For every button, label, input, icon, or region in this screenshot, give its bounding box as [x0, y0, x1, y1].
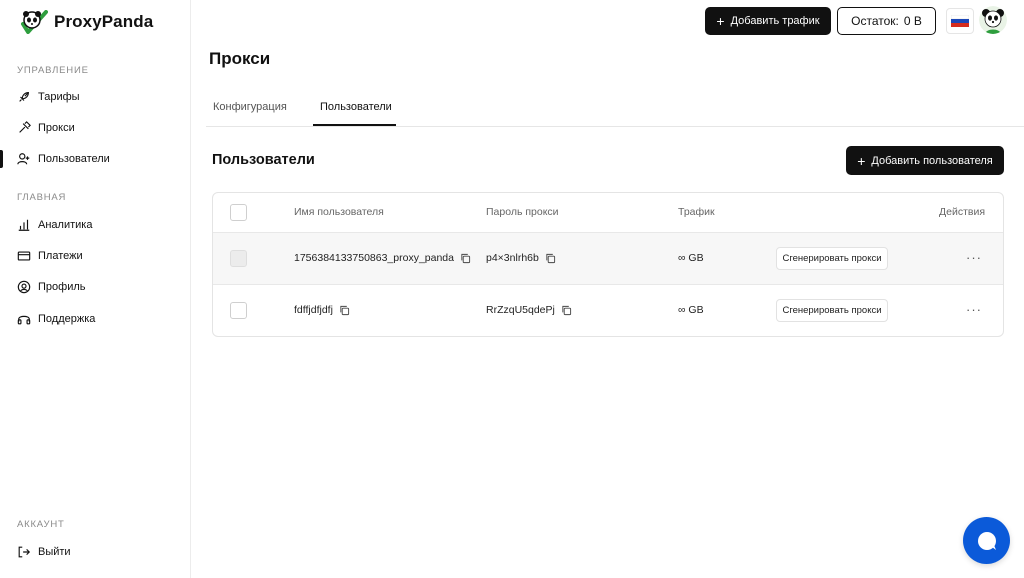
sidebar-item-support[interactable]: Поддержка: [17, 310, 177, 328]
generate-proxy-button[interactable]: Сгенерировать прокси: [776, 299, 888, 322]
sidebar-item-payments[interactable]: Платежи: [17, 247, 177, 265]
traffic-value: ∞ GB: [678, 304, 704, 316]
sidebar-item-label: Поддержка: [38, 313, 96, 325]
username-value: fdffjdfjdfj: [294, 304, 333, 316]
generate-proxy-button[interactable]: Сгенерировать прокси: [776, 247, 888, 270]
copy-icon[interactable]: [545, 253, 556, 264]
sidebar-item-label: Пользователи: [38, 153, 110, 165]
sidebar-item-label: Тарифы: [38, 91, 80, 103]
sidebar-item-proxies[interactable]: Прокси: [17, 119, 177, 137]
active-tab-underline: [313, 124, 396, 126]
username-cell: fdffjdfjdfj: [294, 304, 350, 316]
table-header: Имя пользователя Пароль прокси Трафик Де…: [213, 193, 1003, 233]
active-indicator: [0, 150, 3, 168]
credit-card-icon: [17, 251, 31, 261]
sidebar-item-analytics[interactable]: Аналитика: [17, 216, 177, 234]
plus-icon: +: [857, 152, 866, 169]
hammer-icon: [19, 121, 31, 133]
balance-display[interactable]: Остаток: 0 B: [837, 7, 936, 35]
russia-flag-icon: [951, 15, 969, 27]
more-actions-icon[interactable]: ···: [966, 302, 982, 317]
tabs-bar: Конфигурация Пользователи: [206, 96, 1024, 127]
table-row: fdffjdfjdfj RrZzqU5qdePj ∞ GB Сгенериров…: [213, 285, 1003, 336]
password-cell: RrZzqU5qdePj: [486, 304, 572, 316]
sidebar-item-tariffs[interactable]: Тарифы: [17, 88, 177, 106]
balance-label: Остаток:: [851, 14, 899, 28]
column-header-traffic: Трафик: [678, 206, 715, 218]
traffic-value: ∞ GB: [678, 252, 704, 264]
panda-avatar-icon: [979, 6, 1007, 34]
rocket-icon: [19, 92, 29, 102]
user-circle-icon: [17, 280, 31, 294]
add-traffic-label: Добавить трафик: [730, 15, 820, 27]
language-selector[interactable]: [946, 8, 974, 34]
chat-widget-button[interactable]: [963, 517, 1010, 564]
chat-icon: [977, 531, 996, 550]
sidebar-item-label: Профиль: [38, 281, 86, 293]
password-cell: p4×3nlrh6b: [486, 252, 556, 264]
section-title-manage: УПРАВЛЕНИЕ: [17, 65, 89, 76]
section-title-main: ГЛАВНАЯ: [17, 192, 67, 203]
sidebar-item-label: Платежи: [38, 250, 83, 262]
page-title: Прокси: [209, 49, 271, 68]
traffic-cell: ∞ GB: [678, 252, 704, 264]
password-value: p4×3nlrh6b: [486, 252, 539, 264]
bar-chart-icon: [18, 219, 30, 231]
balance-value: 0 B: [903, 14, 922, 28]
sidebar-item-label: Аналитика: [38, 219, 93, 231]
sidebar: ProxyPanda УПРАВЛЕНИЕ Тарифы Прокси Поль…: [0, 0, 191, 578]
section-title: Пользователи: [212, 152, 315, 168]
password-value: RrZzqU5qdePj: [486, 304, 555, 316]
row-checkbox[interactable]: [230, 302, 247, 319]
tab-configuration[interactable]: Конфигурация: [213, 101, 287, 113]
headphones-icon: [17, 315, 31, 325]
copy-icon[interactable]: [339, 305, 350, 316]
username-value: 1756384133750863_proxy_panda: [294, 252, 454, 264]
copy-icon[interactable]: [460, 253, 471, 264]
more-actions-icon[interactable]: ···: [966, 250, 982, 265]
column-header-password: Пароль прокси: [486, 206, 559, 218]
sidebar-item-profile[interactable]: Профиль: [17, 278, 177, 296]
user-plus-icon: [17, 153, 30, 165]
avatar[interactable]: [979, 6, 1007, 34]
sidebar-item-logout[interactable]: Выйти: [17, 543, 177, 561]
section-title-account: АККАУНТ: [17, 519, 65, 530]
logo-text: ProxyPanda: [54, 12, 154, 31]
copy-icon[interactable]: [561, 305, 572, 316]
logout-icon: [18, 546, 31, 558]
plus-icon: +: [716, 13, 725, 29]
sidebar-item-users[interactable]: Пользователи: [17, 150, 177, 168]
logo[interactable]: ProxyPanda: [20, 10, 153, 34]
table-row: 1756384133750863_proxy_panda p4×3nlrh6b …: [213, 233, 1003, 285]
column-header-actions: Действия: [939, 206, 986, 218]
select-all-checkbox[interactable]: [230, 204, 247, 221]
row-checkbox[interactable]: [230, 250, 247, 267]
column-header-username: Имя пользователя: [294, 206, 384, 218]
add-user-label: Добавить пользователя: [871, 154, 993, 167]
add-traffic-button[interactable]: + Добавить трафик: [705, 7, 831, 35]
panda-logo-icon: [21, 10, 48, 34]
sidebar-item-label: Выйти: [38, 546, 71, 558]
users-table: Имя пользователя Пароль прокси Трафик Де…: [212, 192, 1004, 337]
username-cell: 1756384133750863_proxy_panda: [294, 252, 471, 264]
traffic-cell: ∞ GB: [678, 304, 704, 316]
sidebar-item-label: Прокси: [38, 122, 75, 134]
add-user-button[interactable]: + Добавить пользователя: [846, 146, 1004, 175]
tab-users[interactable]: Пользователи: [320, 101, 392, 113]
